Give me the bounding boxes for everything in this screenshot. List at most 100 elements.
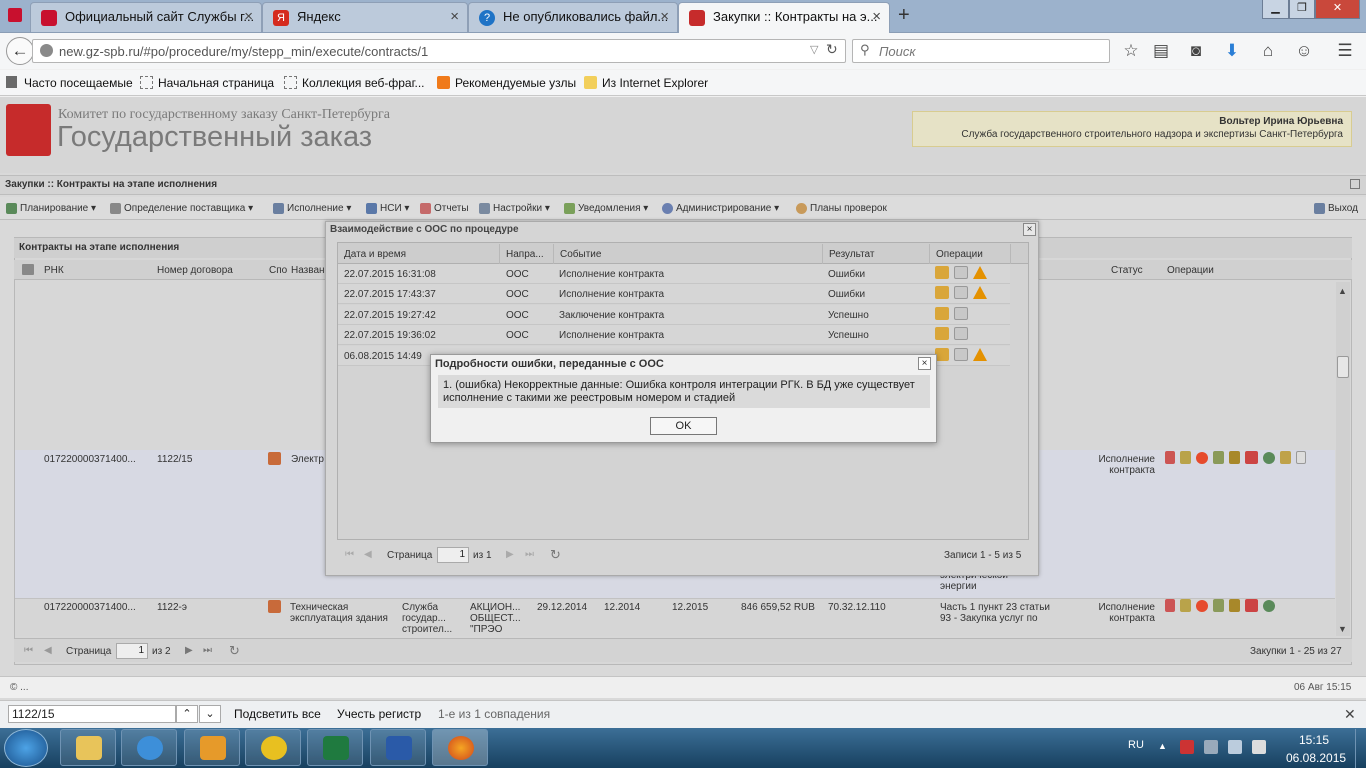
refresh-icon[interactable] <box>1263 599 1275 612</box>
bookmark-star-icon[interactable]: ☆ <box>1120 40 1142 62</box>
first-page-icon[interactable]: ⏮ <box>24 645 33 656</box>
col-datetime[interactable]: Дата и время <box>344 249 406 260</box>
grid-scrollbar[interactable] <box>1336 282 1350 636</box>
taskbar-explorer[interactable] <box>60 729 116 766</box>
warning-icon[interactable] <box>973 348 987 361</box>
package-icon[interactable] <box>935 307 949 320</box>
edit-icon[interactable] <box>1180 451 1191 464</box>
menu-administration[interactable]: Администрирование ▾ <box>662 203 779 214</box>
tray-icon[interactable] <box>1204 740 1218 754</box>
refresh-icon[interactable]: ↻ <box>229 643 240 659</box>
start-button[interactable] <box>4 729 48 767</box>
sign-icon[interactable] <box>1213 599 1224 612</box>
stop-icon[interactable] <box>1196 451 1208 464</box>
tab-official-site[interactable]: Официальный сайт Службы г... × <box>30 2 262 32</box>
dialog-close-icon[interactable]: × <box>918 357 931 370</box>
refresh-icon[interactable]: ↻ <box>550 547 561 563</box>
language-indicator[interactable]: RU <box>1128 739 1144 751</box>
bookmark-ie[interactable]: Из Internet Explorer <box>584 76 708 90</box>
prev-page-icon[interactable]: ◀ <box>364 549 372 560</box>
table-row[interactable] <box>338 284 1010 304</box>
emblem-icon[interactable] <box>1229 451 1240 464</box>
table-row[interactable] <box>338 305 1010 325</box>
scroll-thumb[interactable] <box>1337 356 1349 378</box>
menu-planning[interactable]: Планирование ▾ <box>6 203 96 214</box>
menu-reports[interactable]: Отчеты <box>420 203 469 214</box>
show-desktop-button[interactable] <box>1355 729 1366 768</box>
stop-icon[interactable] <box>1196 599 1208 612</box>
taskbar-firefox[interactable] <box>432 729 488 766</box>
package-icon[interactable] <box>935 327 949 340</box>
col-method[interactable]: Спо <box>269 265 287 276</box>
table-row[interactable] <box>338 325 1010 345</box>
document-icon[interactable] <box>954 307 968 320</box>
tab-help[interactable]: ? Не опубликовались файл... × <box>468 2 678 32</box>
warning-icon[interactable] <box>973 286 987 299</box>
highlight-all-button[interactable]: Подсветить все <box>234 707 321 721</box>
col-event[interactable]: Событие <box>560 249 601 260</box>
col-direction[interactable]: Напра... <box>506 249 544 260</box>
scroll-up-icon[interactable]: ▲ <box>1338 286 1347 296</box>
volume-icon[interactable] <box>1252 740 1266 754</box>
col-ops[interactable]: Операции <box>936 249 983 260</box>
first-page-icon[interactable]: ⏮ <box>345 549 354 560</box>
users-icon[interactable] <box>1245 599 1258 612</box>
find-close-icon[interactable]: ✕ <box>1344 706 1356 723</box>
find-next-button[interactable]: ⌄ <box>199 705 221 723</box>
taskbar-ie[interactable] <box>121 729 177 766</box>
find-prev-button[interactable]: ⌃ <box>176 705 198 723</box>
flag-icon[interactable] <box>1180 740 1194 754</box>
col-rnk[interactable]: РНК <box>44 265 64 276</box>
document-icon[interactable] <box>954 348 968 361</box>
menu-supplier[interactable]: Определение поставщика ▾ <box>110 203 253 214</box>
doc-icon[interactable] <box>1165 451 1175 464</box>
download-icon[interactable]: ⬇ <box>1221 40 1243 62</box>
taskbar-outlook[interactable] <box>184 729 240 766</box>
taskbar-1c[interactable] <box>245 729 301 766</box>
tray-arrow-icon[interactable]: ▲ <box>1158 741 1167 751</box>
ok-button[interactable]: OK <box>650 417 717 435</box>
scroll-down-icon[interactable]: ▼ <box>1338 624 1347 634</box>
package-icon[interactable] <box>935 286 949 299</box>
tab-zakupki[interactable]: Закупки :: Контракты на э... × <box>678 2 890 34</box>
find-input[interactable]: 1122/15 <box>8 705 176 723</box>
minimize-button[interactable]: ▁ <box>1262 0 1289 19</box>
blank-doc-icon[interactable] <box>1296 451 1306 464</box>
bookmark-start-page[interactable]: Начальная страница <box>140 76 274 90</box>
emblem-icon[interactable] <box>1229 599 1240 612</box>
close-tab-icon[interactable]: × <box>872 8 881 25</box>
window-close-button[interactable]: ✕ <box>1315 0 1360 19</box>
col-name[interactable]: Назван <box>291 265 325 276</box>
exit-button[interactable]: Выход <box>1314 203 1358 214</box>
warning-icon[interactable] <box>973 266 987 279</box>
network-icon[interactable] <box>1228 740 1242 754</box>
document-icon[interactable] <box>954 286 968 299</box>
filter-icon[interactable] <box>22 264 34 275</box>
doc-icon[interactable] <box>1165 599 1175 612</box>
taskbar-excel[interactable] <box>307 729 363 766</box>
menu-audit-plans[interactable]: Планы проверок <box>796 203 887 214</box>
users-icon[interactable] <box>1245 451 1258 464</box>
page-input[interactable]: 1 <box>116 643 148 659</box>
bookmark-most-visited[interactable]: Часто посещаемые <box>6 76 133 90</box>
table-row[interactable] <box>338 264 1010 284</box>
col-status[interactable]: Статус <box>1111 265 1143 276</box>
match-case-button[interactable]: Учесть регистр <box>337 707 421 721</box>
pocket-icon[interactable]: ◙ <box>1185 40 1207 62</box>
col-number[interactable]: Номер договора <box>157 265 233 276</box>
prev-page-icon[interactable]: ◀ <box>44 645 52 656</box>
document-icon[interactable] <box>954 327 968 340</box>
last-page-icon[interactable]: ⏭ <box>525 549 534 560</box>
sign-icon[interactable] <box>1213 451 1224 464</box>
reload-icon[interactable]: ↻ <box>826 41 838 58</box>
edit-icon[interactable] <box>1180 599 1191 612</box>
new-tab-button[interactable]: + <box>898 4 910 27</box>
menu-nsi[interactable]: НСИ ▾ <box>366 203 409 214</box>
window-close-icon[interactable]: × <box>1023 223 1036 236</box>
refresh-icon[interactable] <box>1263 451 1275 464</box>
document-icon[interactable] <box>954 266 968 279</box>
tab-yandex[interactable]: Я Яндекс × <box>262 2 468 32</box>
menu-execution[interactable]: Исполнение ▾ <box>273 203 351 214</box>
package-icon[interactable] <box>935 266 949 279</box>
bookmark-web-slices[interactable]: Коллекция веб-фраг... <box>284 76 425 90</box>
